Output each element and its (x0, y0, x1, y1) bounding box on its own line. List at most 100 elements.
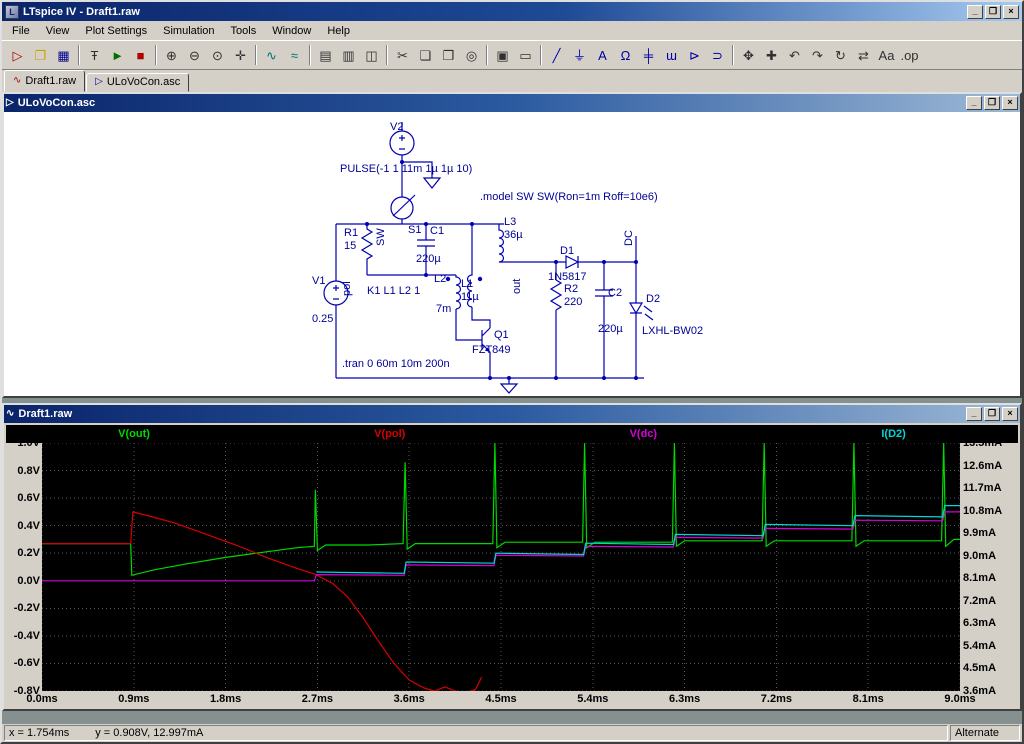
schematic-label[interactable]: 220µ (598, 323, 623, 335)
halt-simulation-button[interactable]: ■ (129, 44, 152, 66)
tile-vertical-button[interactable]: ▥ (337, 44, 360, 66)
tab-ulovocon.asc[interactable]: ▷ULoVoCon.asc (86, 73, 189, 92)
autorange-y-axis-button[interactable]: ∿ (260, 44, 283, 66)
new-schematic-button[interactable]: ▷ (6, 44, 29, 66)
menu-tools[interactable]: Tools (223, 23, 265, 39)
schematic-label[interactable]: 7m (436, 303, 451, 315)
plot-restore-button[interactable]: ❐ (984, 407, 1000, 421)
schematic-label[interactable]: D2 (646, 293, 660, 305)
component-button[interactable]: ⊃ (706, 44, 729, 66)
right-axis[interactable]: 13.5mA12.6mA11.7mA10.8mA9.9mA9.0mA8.1mA7… (960, 443, 1018, 691)
schematic-label[interactable]: out (511, 279, 523, 294)
schematic-restore-button[interactable]: ❐ (984, 96, 1000, 110)
print-preview-button[interactable]: ▭ (514, 44, 537, 66)
inductor-L3[interactable] (499, 224, 504, 262)
menu-plot-settings[interactable]: Plot Settings (77, 23, 155, 39)
plot-settings-button[interactable]: ≈ (283, 44, 306, 66)
schematic-label[interactable]: S1 (408, 224, 421, 236)
schematic-minimize-button[interactable]: _ (966, 96, 982, 110)
save-button[interactable]: ▦ (52, 44, 75, 66)
schematic-label[interactable]: V1 (312, 275, 325, 287)
move-button[interactable]: ✥ (737, 44, 760, 66)
waveform-plot[interactable] (42, 443, 960, 691)
schematic-label[interactable]: pol (341, 281, 353, 296)
zoom-full-extents-button[interactable]: ⊙ (206, 44, 229, 66)
schematic-label[interactable]: 220µ (416, 253, 441, 265)
menu-help[interactable]: Help (319, 23, 358, 39)
schematic-label[interactable]: Q1 (494, 329, 509, 341)
schematic-label[interactable]: D1 (560, 245, 574, 257)
menu-simulation[interactable]: Simulation (155, 23, 222, 39)
schematic-label[interactable]: C1 (430, 225, 444, 237)
schematic-label[interactable]: R1 (344, 227, 358, 239)
schematic-label[interactable]: PULSE(-1 1 11m 1µ 1µ 10) (340, 163, 472, 175)
run-simulation-button[interactable]: ► (106, 44, 129, 66)
control-panel-button[interactable]: Ŧ (83, 44, 106, 66)
left-axis[interactable]: 1.0V0.8V0.6V0.4V0.2V0.0V-0.2V-0.4V-0.6V-… (6, 443, 42, 691)
zoom-back-button[interactable]: ⊖ (183, 44, 206, 66)
trace-label-V(dc)[interactable]: V(dc) (630, 428, 658, 440)
undo-button[interactable]: ↶ (783, 44, 806, 66)
resistor-button[interactable]: Ω (614, 44, 637, 66)
plot-close-button[interactable]: × (1002, 407, 1018, 421)
find-button[interactable]: ◎ (460, 44, 483, 66)
tile-horizontal-button[interactable]: ▤ (314, 44, 337, 66)
schematic-label[interactable]: L3 (504, 216, 516, 228)
schematic-titlebar[interactable]: ▷ ULoVoCon.asc _ ❐ × (4, 94, 1020, 112)
waveform-canvas[interactable] (42, 443, 960, 691)
voltage-source-V2[interactable] (390, 131, 414, 155)
trace-label-V(out)[interactable]: V(out) (118, 428, 150, 440)
text-button[interactable]: Aa (875, 44, 898, 66)
switch-S1[interactable] (391, 195, 415, 219)
resistor-R1[interactable] (362, 224, 372, 275)
resistor-R2[interactable] (551, 280, 561, 310)
schematic-label[interactable]: 220 (564, 296, 582, 308)
schematic-label[interactable]: 0.25 (312, 313, 333, 325)
schematic-label[interactable]: L2 (434, 273, 446, 285)
net-label-button[interactable]: A (591, 44, 614, 66)
rotate-button[interactable]: ↻ (829, 44, 852, 66)
print-button[interactable]: ▣ (491, 44, 514, 66)
led-D2[interactable] (630, 303, 653, 320)
trace-I(D2)[interactable] (316, 506, 960, 574)
plot-titlebar[interactable]: ∿ Draft1.raw _ ❐ × (4, 405, 1020, 423)
cascade-windows-button[interactable]: ◫ (360, 44, 383, 66)
inductor-button[interactable]: ɯ (660, 44, 683, 66)
trace-label-I(D2)[interactable]: I(D2) (881, 428, 905, 440)
capacitor-C1[interactable] (417, 240, 435, 246)
schematic-label[interactable]: .model SW SW(Ron=1m Roff=10e6) (480, 191, 658, 203)
trace-V(pol)[interactable] (42, 512, 482, 691)
schematic-label[interactable]: 1N5817 (548, 271, 587, 283)
trace-label-V(pol)[interactable]: V(pol) (374, 428, 405, 440)
schematic-label[interactable]: DC (623, 230, 635, 246)
ground-button[interactable]: ⏚ (568, 44, 591, 66)
schematic-label[interactable]: V2 (390, 121, 403, 133)
schematic-label[interactable]: C2 (608, 287, 622, 299)
drag-button[interactable]: ✚ (760, 44, 783, 66)
schematic-label[interactable]: FZT849 (472, 344, 511, 356)
open-file-button[interactable]: ❐ (29, 44, 52, 66)
schematic-drawing[interactable]: V2 PULSE(-1 1 11m 1µ 1µ 10) .model SW SW(R… (4, 112, 1020, 396)
schematic-label[interactable]: LXHL-BW02 (642, 325, 703, 337)
mirror-button[interactable]: ⇄ (852, 44, 875, 66)
copy-button[interactable]: ❏ (414, 44, 437, 66)
schematic-label[interactable]: SW (375, 228, 387, 246)
x-axis[interactable]: 0.0ms0.9ms1.8ms2.7ms3.6ms4.5ms5.4ms6.3ms… (6, 691, 1018, 707)
menu-window[interactable]: Window (264, 23, 319, 39)
schematic-label[interactable]: K1 L1 L2 1 (367, 285, 420, 297)
schematic-label[interactable]: .tran 0 60m 10m 200n (342, 358, 450, 370)
zoom-in-button[interactable]: ⊕ (160, 44, 183, 66)
menu-view[interactable]: View (38, 23, 78, 39)
cut-button[interactable]: ✂ (391, 44, 414, 66)
schematic-label[interactable]: 36µ (504, 229, 523, 241)
schematic-label[interactable]: R2 (564, 283, 578, 295)
pan-button[interactable]: ✛ (229, 44, 252, 66)
titlebar[interactable]: L LTspice IV - Draft1.raw _ ❐ × (2, 2, 1022, 21)
schematic-label[interactable]: L1 (461, 278, 473, 290)
schematic-canvas[interactable]: V2 PULSE(-1 1 11m 1µ 1µ 10) .model SW SW(R… (4, 112, 1020, 396)
schematic-label[interactable]: 11µ (461, 291, 479, 303)
redo-button[interactable]: ↷ (806, 44, 829, 66)
tab-draft1.raw[interactable]: ∿Draft1.raw (4, 70, 85, 92)
maximize-button[interactable]: ❐ (985, 5, 1001, 19)
diode-D1[interactable] (566, 256, 578, 268)
